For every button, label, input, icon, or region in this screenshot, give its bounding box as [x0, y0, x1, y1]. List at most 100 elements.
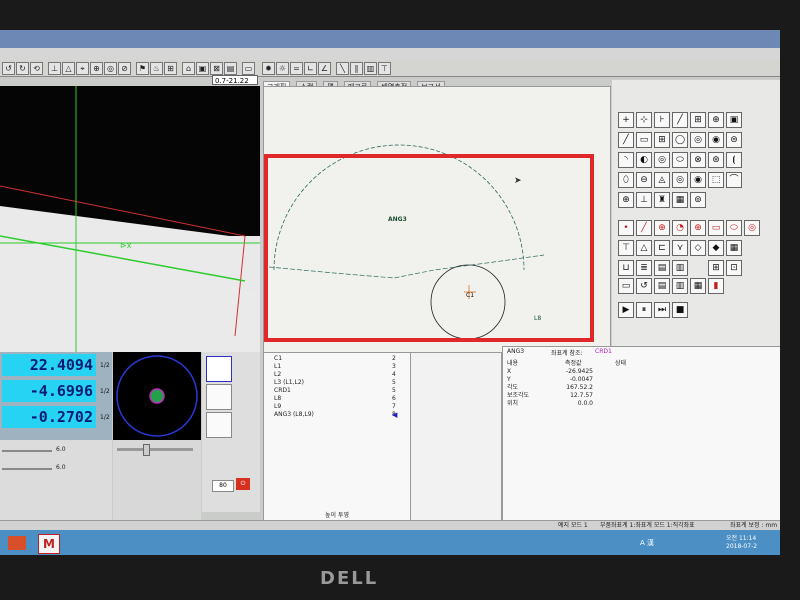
dashed-box-icon[interactable]: ⬚	[708, 172, 724, 188]
stamp-tool-icon[interactable]: ♜	[654, 192, 670, 208]
probe-station-icon[interactable]: ⊤	[618, 240, 634, 256]
bar-chart-icon[interactable]: ▮	[708, 278, 724, 294]
table-tool-icon[interactable]: ▦	[672, 192, 688, 208]
light-value[interactable]: 80	[212, 480, 234, 492]
window-icon[interactable]: ▤	[224, 62, 237, 75]
triangle-icon[interactable]: △	[62, 62, 75, 75]
coax-light-icon[interactable]	[206, 412, 232, 438]
height-tool-icon[interactable]: ⊥	[636, 192, 652, 208]
shape-select-icon[interactable]: ◇	[690, 240, 706, 256]
measure-icon[interactable]: ⊕	[90, 62, 103, 75]
frame-select-icon[interactable]: ⊏	[654, 240, 670, 256]
grid-icon[interactable]: ⊞	[164, 62, 177, 75]
calculator-icon[interactable]: ▦	[726, 240, 742, 256]
report-icon[interactable]: ▤	[654, 278, 670, 294]
segment-light-icon[interactable]	[206, 384, 232, 410]
stop-icon[interactable]: ■	[672, 302, 688, 318]
feature-item[interactable]: L2	[274, 371, 281, 379]
fill-icon[interactable]: ◆	[708, 240, 724, 256]
ring-tool-icon[interactable]: ◎	[654, 152, 670, 168]
feature-item[interactable]: ANG3 (L8,L9)	[274, 411, 314, 419]
rotate-ccw-icon[interactable]: ↺	[2, 62, 15, 75]
dro-x-unit[interactable]: 1/2	[100, 362, 110, 369]
feature-item[interactable]: CRD1	[274, 387, 291, 395]
step-icon[interactable]: ⏭	[654, 302, 670, 318]
secondary-list[interactable]	[410, 352, 502, 522]
red-line-icon[interactable]: ╱	[636, 220, 652, 236]
red-circle-icon[interactable]: ⊕	[654, 220, 670, 236]
ring-light-icon[interactable]	[206, 356, 232, 382]
slider-track-1[interactable]	[2, 450, 52, 452]
clock-date[interactable]: 2018-07-2	[726, 543, 757, 550]
probe-icon[interactable]: ⌖	[76, 62, 89, 75]
cone-tool-icon[interactable]: ◬	[654, 172, 670, 188]
auto-tool-icon[interactable]: ⊚	[690, 192, 706, 208]
shape-tool-icon[interactable]: ◐	[636, 152, 652, 168]
oval-tool-icon[interactable]: ⬯	[618, 172, 634, 188]
add-box-icon[interactable]: ⊞	[708, 260, 724, 276]
slot-tool-icon[interactable]: ⊖	[636, 172, 652, 188]
fit-icon[interactable]: ⊠	[210, 62, 223, 75]
marker-icon[interactable]: ⚑	[136, 62, 149, 75]
multi-ring-icon[interactable]: ◉	[690, 172, 706, 188]
red-arc-icon[interactable]: ◔	[672, 220, 688, 236]
arc-tool-icon[interactable]: ◝	[618, 152, 634, 168]
grid-tool-icon[interactable]: ⊞	[654, 132, 670, 148]
line-tool-icon[interactable]: ╱	[672, 112, 688, 128]
slider-track-2[interactable]	[2, 468, 52, 470]
monitor-icon[interactable]: ▭	[242, 62, 255, 75]
mid-slider-track[interactable]	[117, 448, 193, 451]
menu-bar[interactable]	[0, 48, 780, 60]
camera-view[interactable]: ⊳x	[0, 86, 260, 352]
circle-grid-icon[interactable]: ⊛	[708, 152, 724, 168]
cross-point-icon[interactable]: ⊹	[636, 112, 652, 128]
lamp-icon[interactable]: ♨	[150, 62, 163, 75]
feature-list[interactable]: C1 2 L1 3 L2 4 L3 (L1,L2) 5 CRD1 5 L8 6 …	[263, 352, 411, 522]
pause-icon[interactable]: ⏸	[636, 302, 652, 318]
box-tool-icon[interactable]: ⊞	[690, 112, 706, 128]
red-ring-icon[interactable]: ◎	[744, 220, 760, 236]
axis-icon[interactable]: ⊥	[48, 62, 61, 75]
dro-z-unit[interactable]: 1/2	[100, 414, 110, 421]
rotate-cw-icon[interactable]: ↻	[16, 62, 29, 75]
zoom-combo[interactable]: 0.7-21.22	[212, 75, 258, 85]
concentric-tool-icon[interactable]: ◉	[708, 132, 724, 148]
compare-tool-icon[interactable]: ⊜	[726, 132, 742, 148]
export-icon[interactable]: ▥	[672, 278, 688, 294]
ime-indicator[interactable]: A 漢	[640, 538, 654, 548]
red-cross-circle-icon[interactable]: ⊕	[690, 220, 706, 236]
play-icon[interactable]: ▶	[618, 302, 634, 318]
red-point-icon[interactable]: •	[618, 220, 634, 236]
feature-item[interactable]: L1	[274, 363, 281, 371]
circle-tool-icon[interactable]: ◯	[672, 132, 688, 148]
edge-point-icon[interactable]: ⊦	[654, 112, 670, 128]
pyramid-icon[interactable]: △	[636, 240, 652, 256]
feature-list-footer[interactable]: 높이 투영	[264, 510, 410, 519]
zoom-icon[interactable]: ⌂	[182, 62, 195, 75]
image-icon[interactable]: ▣	[196, 62, 209, 75]
lock-tool-icon[interactable]: ⊔	[618, 260, 634, 276]
feature-item[interactable]: L8	[274, 395, 281, 403]
expand-icon[interactable]: ⊡	[726, 260, 742, 276]
feature-item[interactable]: L3 (L1,L2)	[274, 379, 304, 387]
red-oval-icon[interactable]: ⬭	[726, 220, 742, 236]
no-icon[interactable]: ⊘	[118, 62, 131, 75]
bracket-tool-icon[interactable]: ⦗	[726, 152, 742, 168]
frame-tool-icon[interactable]: ▣	[726, 112, 742, 128]
target-icon[interactable]: ◎	[104, 62, 117, 75]
target-tool-icon[interactable]: ◎	[690, 132, 706, 148]
add-circle-icon[interactable]: ⊕	[618, 192, 634, 208]
power-icon[interactable]: ⏻	[236, 478, 250, 490]
feature-item[interactable]: C1	[274, 355, 282, 363]
dro-y-unit[interactable]: 1/2	[100, 388, 110, 395]
diag-line-icon[interactable]: ╱	[618, 132, 634, 148]
measure-app-icon[interactable]: M	[38, 534, 60, 554]
red-rect-icon[interactable]: ▭	[708, 220, 724, 236]
undo-icon[interactable]: ↺	[636, 278, 652, 294]
zoom-tool-icon[interactable]: ⊕	[708, 112, 724, 128]
point-tool-icon[interactable]: +	[618, 112, 634, 128]
document-icon[interactable]: ▤	[654, 260, 670, 276]
path-icon[interactable]: ⋎	[672, 240, 688, 256]
office-app-icon[interactable]	[8, 536, 26, 550]
refresh-icon[interactable]: ⟲	[30, 62, 43, 75]
